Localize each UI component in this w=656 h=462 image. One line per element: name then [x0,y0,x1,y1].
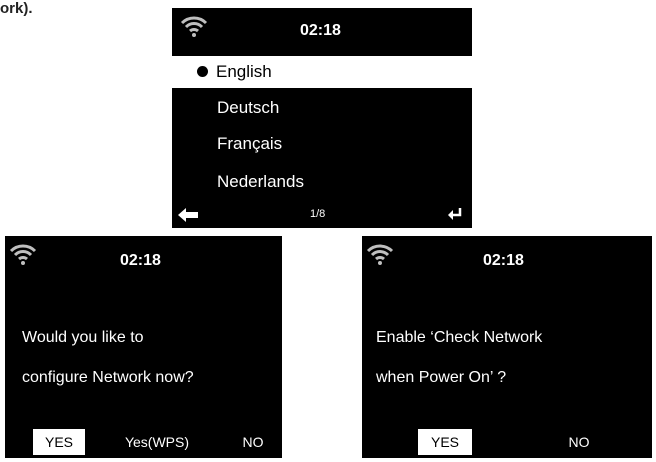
wifi-icon [366,244,394,265]
enter-icon[interactable] [448,208,462,220]
language-item-english[interactable]: English [172,56,472,88]
document-text-fragment: ork). [0,0,33,17]
language-item-francais[interactable]: Français [172,128,472,160]
wifi-icon [180,16,208,37]
language-item-deutsch[interactable]: Deutsch [172,92,472,124]
network-config-screen: 02:18 Would you like to configure Networ… [5,236,282,458]
wifi-icon [9,244,37,265]
page-indicator: 1/8 [310,208,326,220]
language-item-nederlands[interactable]: Nederlands [172,166,472,198]
check-network-screen: 02:18 Enable ‘Check Network when Power O… [362,236,652,458]
clock: 02:18 [120,252,161,269]
language-label: English [216,62,272,81]
clock: 02:18 [483,252,524,269]
prompt-line-2: when Power On’ ? [376,369,507,386]
no-button[interactable]: NO [562,429,596,455]
yes-button[interactable]: YES [33,429,85,455]
prompt-line-1: Would you like to [22,329,144,346]
clock: 02:18 [300,22,341,39]
language-screen: 02:18 English Deutsch Français Nederland… [172,8,472,228]
prompt-line-2: configure Network now? [22,369,194,386]
no-button[interactable]: NO [237,429,269,455]
selected-bullet-icon [197,66,208,77]
language-label: Deutsch [217,98,280,117]
language-label: Français [217,134,283,153]
back-arrow-icon[interactable] [178,208,198,222]
prompt-line-1: Enable ‘Check Network [376,329,543,346]
yes-wps-button[interactable]: Yes(WPS) [117,429,197,455]
language-label: Nederlands [217,172,304,191]
yes-button[interactable]: YES [418,429,472,455]
